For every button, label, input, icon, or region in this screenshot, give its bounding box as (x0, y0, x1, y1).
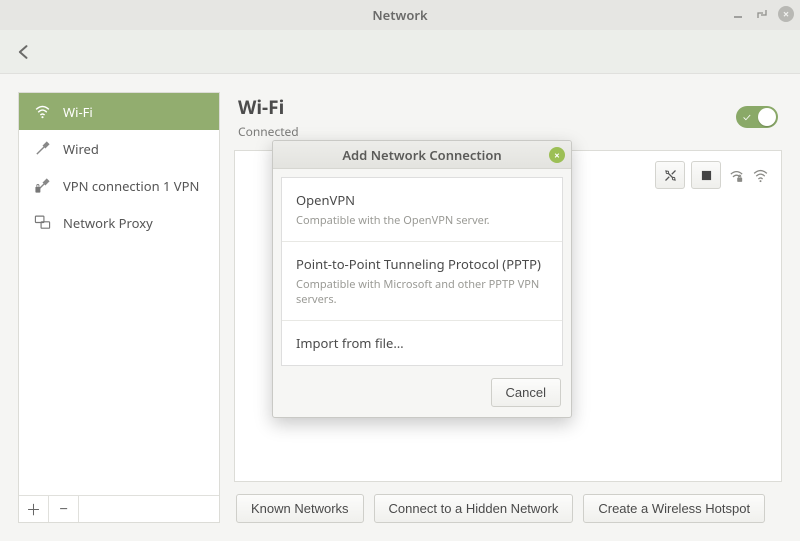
minimize-button[interactable] (730, 6, 746, 22)
back-button[interactable] (10, 38, 38, 66)
option-title: Point-to-Point Tunneling Protocol (PPTP) (296, 255, 548, 273)
option-title: Import from file… (296, 334, 548, 352)
toggle-knob (758, 108, 776, 126)
dialog-title: Add Network Connection (342, 146, 501, 164)
sidebar-item-label: VPN connection 1 VPN (63, 177, 199, 195)
sidebar-footer: ＋ − (19, 495, 219, 522)
dialog-titlebar: Add Network Connection × (273, 141, 571, 169)
titlebar: Network × (0, 0, 800, 30)
create-hotspot-button[interactable]: Create a Wireless Hotspot (583, 494, 765, 523)
check-icon: ✓ (743, 110, 751, 125)
settings-button[interactable] (655, 161, 685, 189)
sidebar-list: Wi-Fi Wired VPN connection 1 VPN Network… (19, 93, 219, 495)
add-connection-dialog: Add Network Connection × OpenVPN Compati… (272, 140, 572, 418)
sidebar: Wi-Fi Wired VPN connection 1 VPN Network… (18, 92, 220, 523)
wifi-lock-icon (727, 166, 745, 184)
window-title: Network (372, 6, 427, 24)
option-description: Compatible with Microsoft and other PPTP… (296, 277, 548, 307)
content-heading-block: Wi-Fi Connected (238, 94, 299, 140)
dialog-body: OpenVPN Compatible with the OpenVPN serv… (281, 177, 563, 366)
connection-status: Connected (238, 123, 299, 140)
bottom-buttons: Known Networks Connect to a Hidden Netwo… (234, 482, 782, 523)
sidebar-item-vpn[interactable]: VPN connection 1 VPN (19, 167, 219, 204)
vpn-option-pptp[interactable]: Point-to-Point Tunneling Protocol (PPTP)… (282, 242, 562, 321)
sidebar-item-label: Network Proxy (63, 214, 153, 232)
cancel-button[interactable]: Cancel (491, 378, 561, 407)
wired-icon (33, 140, 51, 158)
vpn-icon (33, 177, 51, 195)
wifi-toggle[interactable]: ✓ (736, 106, 778, 128)
toolbar (0, 30, 800, 74)
wifi-icon (33, 103, 51, 121)
vpn-option-openvpn[interactable]: OpenVPN Compatible with the OpenVPN serv… (282, 178, 562, 242)
remove-connection-button[interactable]: − (49, 496, 79, 522)
sidebar-item-proxy[interactable]: Network Proxy (19, 204, 219, 241)
proxy-icon (33, 214, 51, 232)
panel-title: Wi-Fi (238, 94, 299, 120)
maximize-button[interactable] (754, 6, 770, 22)
option-title: OpenVPN (296, 191, 548, 209)
vpn-option-import[interactable]: Import from file… (282, 321, 562, 365)
close-button[interactable]: × (778, 6, 794, 22)
sidebar-item-wifi[interactable]: Wi-Fi (19, 93, 219, 130)
connect-hidden-button[interactable]: Connect to a Hidden Network (374, 494, 574, 523)
sidebar-item-wired[interactable]: Wired (19, 130, 219, 167)
add-connection-button[interactable]: ＋ (19, 496, 49, 522)
sidebar-item-label: Wi-Fi (63, 103, 93, 121)
window-controls: × (730, 6, 794, 22)
wifi-signal-icon (751, 166, 769, 184)
sidebar-item-label: Wired (63, 140, 99, 158)
stop-button[interactable] (691, 161, 721, 189)
dialog-actions: Cancel (273, 374, 571, 417)
known-networks-button[interactable]: Known Networks (236, 494, 364, 523)
option-description: Compatible with the OpenVPN server. (296, 213, 548, 228)
dialog-close-button[interactable]: × (549, 147, 565, 163)
